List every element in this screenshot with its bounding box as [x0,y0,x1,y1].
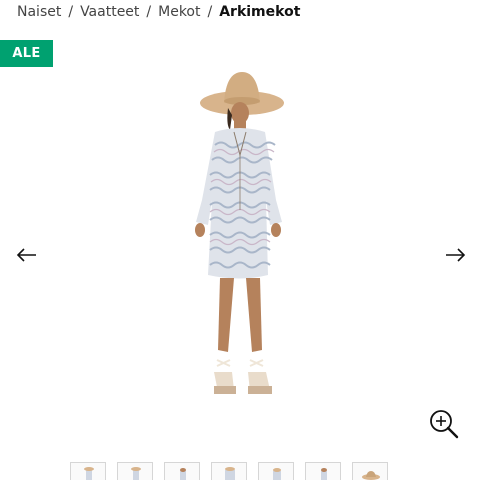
gallery-next-button[interactable] [440,245,470,265]
zoom-in-icon [430,410,459,439]
arrow-left-icon [16,248,36,262]
thumbnail[interactable] [211,462,247,480]
product-gallery [0,70,480,450]
thumbnail[interactable] [117,462,153,480]
thumbnail[interactable] [305,462,341,480]
breadcrumb-separator: / [68,4,74,20]
breadcrumb-current: Arkimekot [219,4,301,20]
sale-badge: ALE [0,40,53,67]
gallery-prev-button[interactable] [14,245,44,265]
breadcrumb-separator: / [146,4,152,20]
thumbnail[interactable] [258,462,294,480]
zoom-button[interactable] [428,408,460,440]
breadcrumb-naiset[interactable]: Naiset [17,4,61,20]
product-image[interactable] [170,70,310,420]
thumbnail-strip [70,462,388,480]
arrow-right-icon [446,248,466,262]
thumbnail[interactable] [70,462,106,480]
breadcrumb-vaatteet[interactable]: Vaatteet [80,4,139,20]
breadcrumb-separator: / [207,4,213,20]
breadcrumb: Naiset / Vaatteet / Mekot / Arkimekot [17,2,300,22]
breadcrumb-mekot[interactable]: Mekot [158,4,200,20]
thumbnail[interactable] [164,462,200,480]
thumbnail[interactable] [352,462,388,480]
